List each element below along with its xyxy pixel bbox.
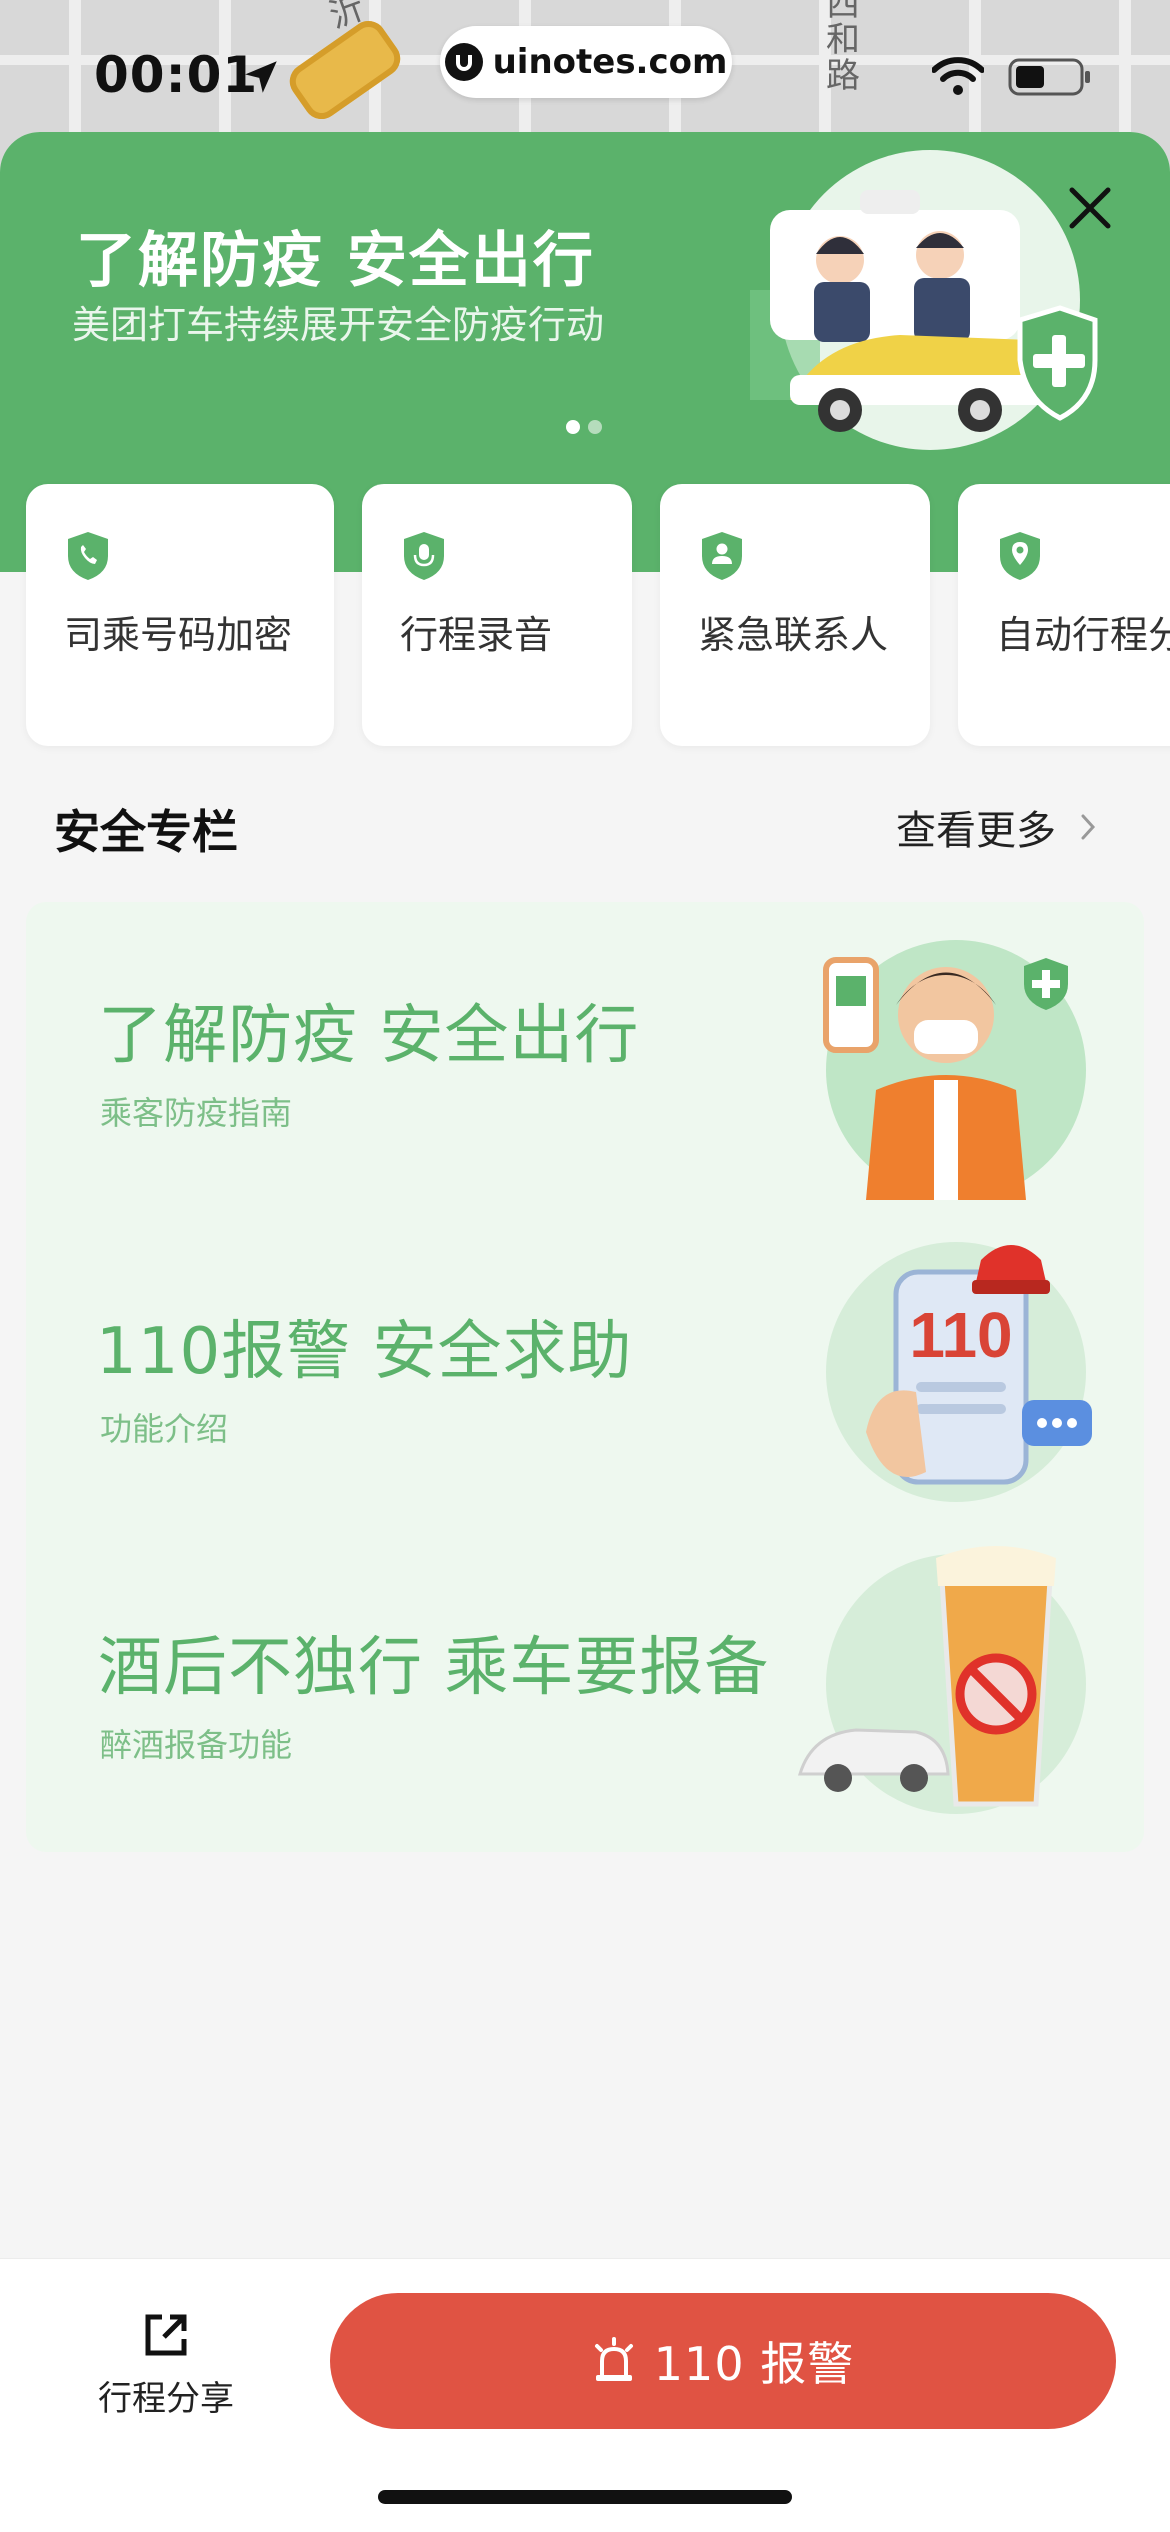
close-icon <box>1069 187 1111 229</box>
trip-share-button[interactable]: 行程分享 <box>56 2309 276 2420</box>
hero-title: 了解防疫 安全出行 <box>76 226 595 296</box>
phone-110-illustration: 110 <box>826 1242 1092 1502</box>
feature-label: 行程录音 <box>400 613 553 657</box>
url-pill: uinotes.com <box>440 26 732 98</box>
carousel-dot <box>588 420 602 434</box>
close-button[interactable] <box>1060 178 1120 238</box>
status-time: 00:01 <box>94 46 259 104</box>
location-arrow-icon <box>245 61 277 93</box>
article-title: 酒后不独行 乘车要报备 <box>98 1631 770 1705</box>
feature-number-encryption[interactable]: 司乘号码加密 <box>26 484 334 746</box>
carousel-dot <box>566 420 580 434</box>
battery-icon <box>1008 58 1090 96</box>
masked-passenger-illustration <box>823 940 1086 1200</box>
carousel-pagination <box>566 420 602 434</box>
article-drunk-report[interactable]: 酒后不独行 乘车要报备 醉酒报备功能 <box>26 1534 1144 1846</box>
safety-feature-list: 司乘号码加密 行程录音 紧急联系人 自动行程分 <box>26 484 1170 746</box>
phone-shield-icon <box>68 532 108 580</box>
location-shield-icon <box>1000 532 1040 580</box>
article-subtitle: 功能介绍 <box>100 1410 229 1448</box>
feature-label: 司乘号码加密 <box>64 613 293 657</box>
home-indicator <box>378 2490 792 2504</box>
map-road-label: 西和路 <box>826 0 860 96</box>
feature-trip-recording[interactable]: 行程录音 <box>362 484 632 746</box>
article-title: 了解防疫 安全出行 <box>98 999 640 1073</box>
safety-center-sheet: 了解防疫 安全出行 美团打车持续展开安全防疫行动 司乘号码加密 行程录音 紧急联… <box>0 132 1170 2532</box>
feature-label: 紧急联系人 <box>698 613 889 657</box>
share-icon <box>145 2314 187 2356</box>
feature-label: 自动行程分 <box>996 613 1170 657</box>
safety-article-list: 了解防疫 安全出行 乘客防疫指南 110报警 安全求助 功能介绍 110 酒后不… <box>26 902 1144 1852</box>
mic-shield-icon <box>404 532 444 580</box>
article-subtitle: 醉酒报备功能 <box>100 1726 293 1764</box>
view-more-label: 查看更多 <box>896 808 1056 854</box>
hero-subtitle: 美团打车持续展开安全防疫行动 <box>72 303 605 347</box>
url-text: uinotes.com <box>492 42 728 82</box>
police-alarm-button[interactable]: 110 报警 <box>330 2293 1116 2429</box>
person-shield-icon <box>702 532 742 580</box>
view-more-link[interactable]: 查看更多 <box>896 798 1096 856</box>
feature-auto-trip-share[interactable]: 自动行程分 <box>958 484 1170 746</box>
wifi-icon <box>932 57 984 95</box>
svg-text:110: 110 <box>909 1299 1012 1371</box>
alarm-siren-icon <box>594 2337 633 2381</box>
police-alarm-label: 110 报警 <box>653 2337 855 2391</box>
hero-illustration <box>750 150 1098 450</box>
chevron-right-icon <box>1081 814 1096 840</box>
section-title: 安全专栏 <box>54 805 238 859</box>
article-110-alarm[interactable]: 110报警 安全求助 功能介绍 110 <box>26 1218 1144 1530</box>
beer-no-drive-illustration <box>797 1546 1086 1814</box>
trip-share-label: 行程分享 <box>98 2379 234 2419</box>
article-title: 110报警 安全求助 <box>96 1315 633 1389</box>
feature-emergency-contact[interactable]: 紧急联系人 <box>660 484 930 746</box>
article-subtitle: 乘客防疫指南 <box>100 1094 293 1132</box>
uinotes-logo-icon <box>444 43 483 81</box>
article-epidemic-guide[interactable]: 了解防疫 安全出行 乘客防疫指南 <box>26 902 1144 1214</box>
